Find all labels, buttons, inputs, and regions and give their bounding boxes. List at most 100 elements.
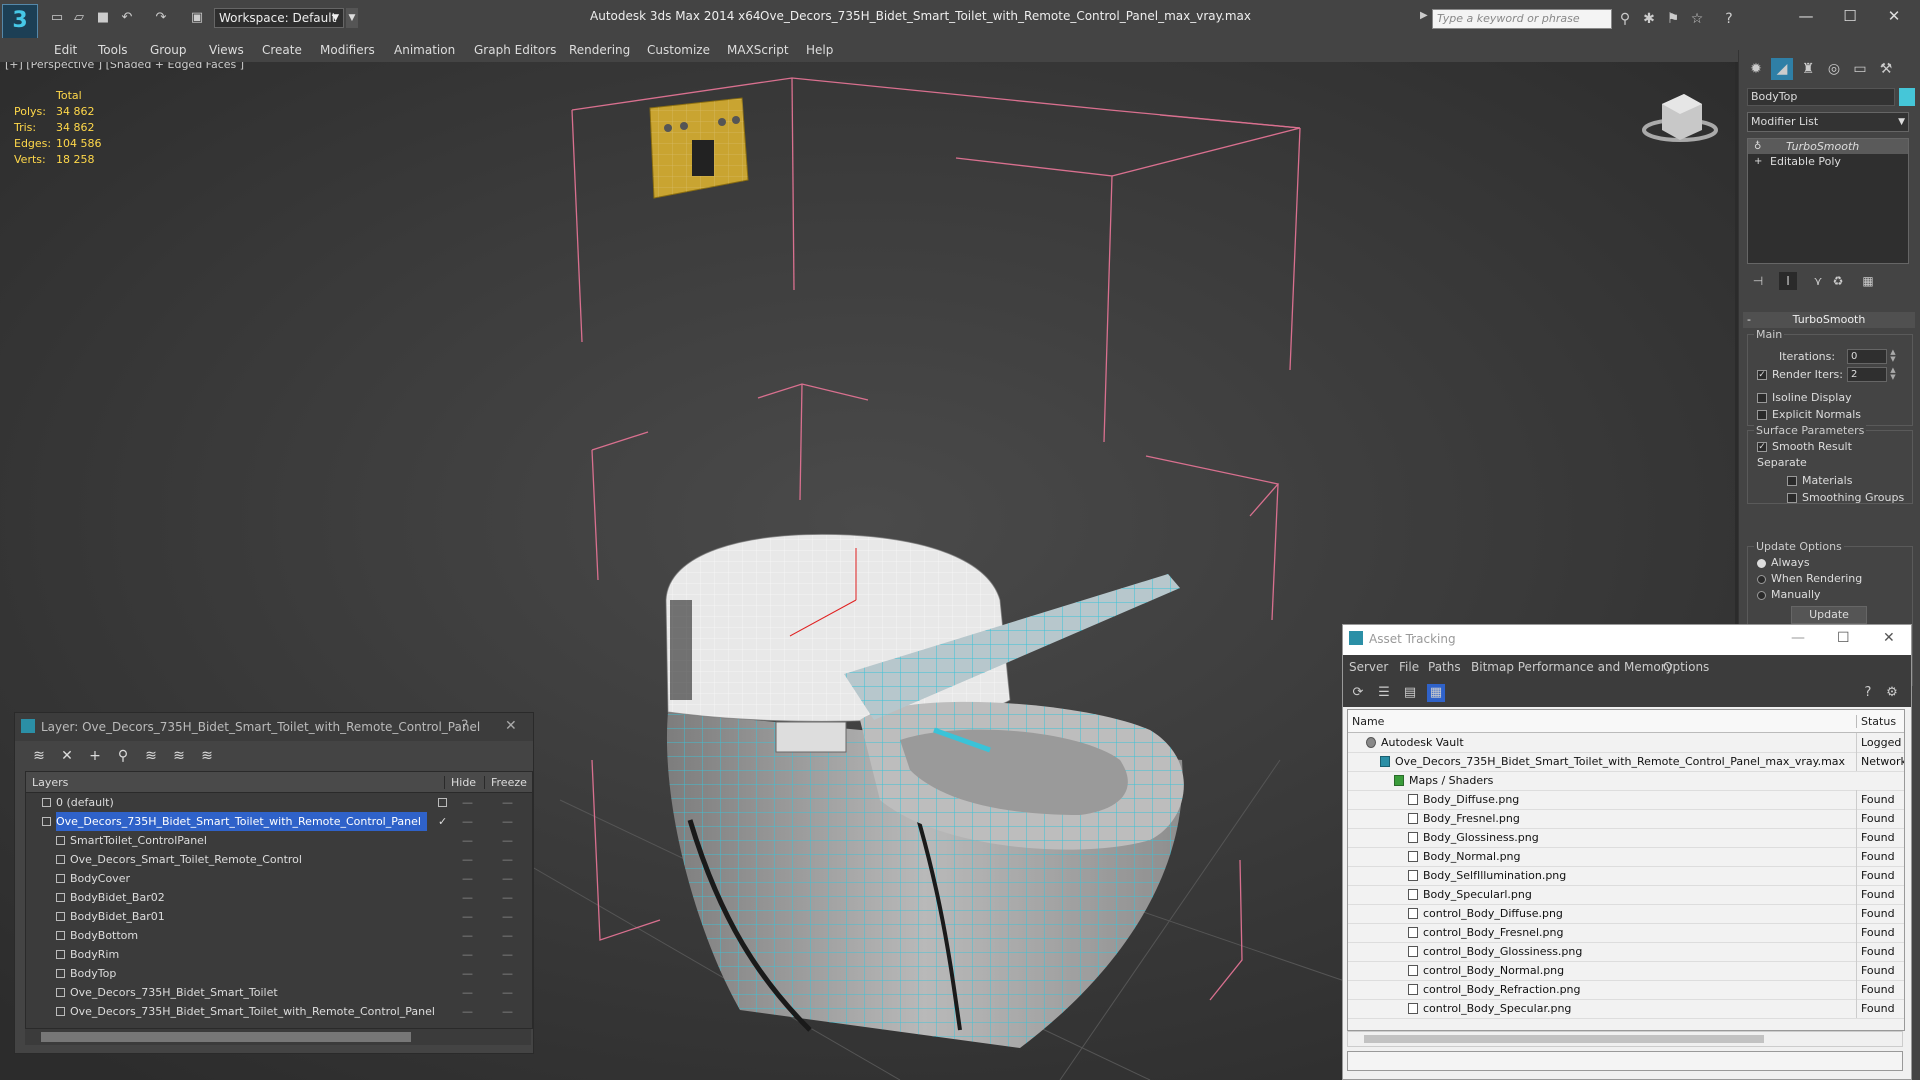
help-icon[interactable]: ? xyxy=(1859,684,1877,702)
materials-row[interactable]: Materials xyxy=(1787,474,1852,487)
modifier-list-dropdown[interactable]: Modifier List ▼ xyxy=(1747,112,1909,132)
col-hide[interactable]: Hide xyxy=(444,776,476,789)
hide-toggle-icon[interactable]: — xyxy=(462,850,473,869)
refresh-icon[interactable]: ⟳ xyxy=(1349,684,1367,702)
freeze-toggle-icon[interactable]: — xyxy=(502,869,513,888)
hide-toggle-icon[interactable]: — xyxy=(462,869,473,888)
menu-modifiers[interactable]: Modifiers xyxy=(320,43,375,57)
asset-row[interactable]: Maps / Shaders xyxy=(1348,771,1904,791)
menu-help[interactable]: Help xyxy=(806,43,833,57)
layer-row[interactable]: 0 (default) — — xyxy=(26,793,532,812)
delete-layer-icon[interactable]: ✕ xyxy=(57,747,77,765)
layer-row[interactable]: BodyTop — — xyxy=(26,964,532,983)
lightbulb-icon[interactable]: ♁ xyxy=(1754,139,1761,154)
render-iters-spinner[interactable]: 2 xyxy=(1847,367,1887,382)
scrollbar-thumb[interactable] xyxy=(1364,1035,1764,1043)
configure-modifier-sets-icon[interactable]: ▦ xyxy=(1859,272,1877,290)
subscription-icon[interactable]: ✱ xyxy=(1640,10,1658,28)
freeze-toggle-icon[interactable]: — xyxy=(502,888,513,907)
asset-row[interactable]: control_Body_Normal.png Found xyxy=(1348,961,1904,981)
menu-options[interactable]: Options xyxy=(1663,660,1709,674)
undo-icon[interactable]: ↶ xyxy=(118,10,136,26)
menu-rendering[interactable]: Rendering xyxy=(569,43,630,57)
maximize-button[interactable]: ☐ xyxy=(1837,630,1850,646)
help-icon[interactable]: ? xyxy=(1720,10,1738,28)
search-input[interactable]: Type a keyword or phrase xyxy=(1432,9,1612,29)
add-to-layer-icon[interactable]: + xyxy=(85,747,105,765)
turbosmooth-rollout-header[interactable]: - TurboSmooth xyxy=(1743,312,1915,328)
update-always-row[interactable]: Always xyxy=(1757,556,1810,569)
asset-row[interactable]: control_Body_Glossiness.png Found xyxy=(1348,942,1904,962)
asset-row[interactable]: Body_Glossiness.png Found xyxy=(1348,828,1904,848)
menu-animation[interactable]: Animation xyxy=(394,43,455,57)
minimize-button[interactable]: — xyxy=(1791,630,1805,646)
hierarchy-tab-icon[interactable]: ♜ xyxy=(1797,58,1819,80)
hide-toggle-icon[interactable]: — xyxy=(462,1002,473,1021)
workspace-dropdown[interactable]: Workspace: Default ▼ xyxy=(214,8,344,28)
asset-row[interactable]: control_Body_Refraction.png Found xyxy=(1348,980,1904,1000)
create-tab-icon[interactable]: ✹ xyxy=(1745,58,1767,80)
smoothing-groups-row[interactable]: Smoothing Groups xyxy=(1787,491,1904,504)
freeze-toggle-icon[interactable]: — xyxy=(502,831,513,850)
asset-row[interactable]: Body_Diffuse.png Found xyxy=(1348,790,1904,810)
isoline-display-row[interactable]: Isoline Display xyxy=(1757,391,1852,404)
update-manually-row[interactable]: Manually xyxy=(1757,588,1821,601)
thumbnail-view-icon[interactable]: ▤ xyxy=(1401,684,1419,702)
freeze-toggle-icon[interactable]: — xyxy=(502,793,513,812)
asset-row[interactable]: Body_Specularl.png Found xyxy=(1348,885,1904,905)
show-end-result-icon[interactable]: Ⅰ xyxy=(1779,272,1797,290)
smooth-result-checkbox[interactable]: ✓ xyxy=(1757,442,1767,452)
layer-row[interactable]: Ove_Decors_735H_Bidet_Smart_Toilet_with_… xyxy=(26,812,532,831)
always-radio[interactable] xyxy=(1757,558,1766,568)
layer-manager-titlebar[interactable]: Layer: Ove_Decors_735H_Bidet_Smart_Toile… xyxy=(15,713,533,741)
redo-icon[interactable]: ↷ xyxy=(152,10,170,26)
asset-row[interactable]: control_Body_Specular.png Found xyxy=(1348,999,1904,1019)
hide-toggle-icon[interactable]: — xyxy=(462,812,473,831)
hide-toggle-icon[interactable]: — xyxy=(462,983,473,1002)
col-freeze[interactable]: Freeze xyxy=(484,776,527,789)
menu-paths[interactable]: Paths xyxy=(1428,660,1461,674)
freeze-toggle-icon[interactable]: — xyxy=(502,1002,513,1021)
open-file-icon[interactable]: ▱ xyxy=(70,10,88,26)
menu-views[interactable]: Views xyxy=(209,43,244,57)
menu-create[interactable]: Create xyxy=(262,43,302,57)
asset-row[interactable]: Body_SelfIllumination.png Found xyxy=(1348,866,1904,886)
hide-toggle-icon[interactable]: — xyxy=(462,793,473,812)
layer-row[interactable]: Ove_Decors_735H_Bidet_Smart_Toilet_with_… xyxy=(26,1002,532,1021)
layer-row[interactable]: SmartToilet_ControlPanel — — xyxy=(26,831,532,850)
hide-toggle-icon[interactable]: — xyxy=(462,926,473,945)
freeze-toggle-icon[interactable]: — xyxy=(502,926,513,945)
favorites-star-icon[interactable]: ☆ xyxy=(1688,10,1706,28)
binoculars-icon[interactable]: ⚲ xyxy=(1616,10,1634,28)
asset-row[interactable]: Body_Normal.png Found xyxy=(1348,847,1904,867)
menu-file[interactable]: File xyxy=(1399,660,1419,674)
explicit-normals-row[interactable]: Explicit Normals xyxy=(1757,408,1861,421)
layer-row[interactable]: BodyRim — — xyxy=(26,945,532,964)
project-folder-icon[interactable]: ▣ xyxy=(188,10,206,26)
update-when-rendering-row[interactable]: When Rendering xyxy=(1757,572,1862,585)
display-tab-icon[interactable]: ▭ xyxy=(1849,58,1871,80)
minimize-button[interactable]: — xyxy=(1786,4,1826,28)
object-name-field[interactable]: BodyTop xyxy=(1747,88,1895,106)
create-layer-icon[interactable]: ≋ xyxy=(29,747,49,765)
smooth-result-row[interactable]: ✓ Smooth Result xyxy=(1757,440,1852,453)
remove-modifier-icon[interactable]: ♻ xyxy=(1829,272,1847,290)
save-file-icon[interactable]: ■ xyxy=(94,10,112,26)
stack-item-turbosmooth[interactable]: ♁ TurboSmooth xyxy=(1748,139,1908,154)
table-view-icon[interactable]: ▦ xyxy=(1427,684,1445,702)
search-expand-icon[interactable]: ▶ xyxy=(1420,10,1428,21)
make-unique-icon[interactable]: ⋎ xyxy=(1809,272,1827,290)
asset-tracking-titlebar[interactable]: Asset Tracking — ☐ ✕ xyxy=(1343,625,1911,655)
active-layer-check-icon[interactable]: ✓ xyxy=(438,812,447,831)
render-iters-checkbox[interactable]: ✓ xyxy=(1757,370,1767,380)
app-logo-icon[interactable]: 3 xyxy=(2,4,38,40)
motion-tab-icon[interactable]: ◎ xyxy=(1823,58,1845,80)
hide-toggle-icon[interactable]: — xyxy=(462,888,473,907)
asset-row[interactable]: Body_Fresnel.png Found xyxy=(1348,809,1904,829)
layer-row[interactable]: BodyBottom — — xyxy=(26,926,532,945)
close-button[interactable]: ✕ xyxy=(505,718,517,734)
help-button[interactable]: ? xyxy=(461,718,468,734)
col-layers[interactable]: Layers xyxy=(32,776,68,789)
menu-server[interactable]: Server xyxy=(1349,660,1388,674)
utilities-tab-icon[interactable]: ⚒ xyxy=(1875,58,1897,80)
